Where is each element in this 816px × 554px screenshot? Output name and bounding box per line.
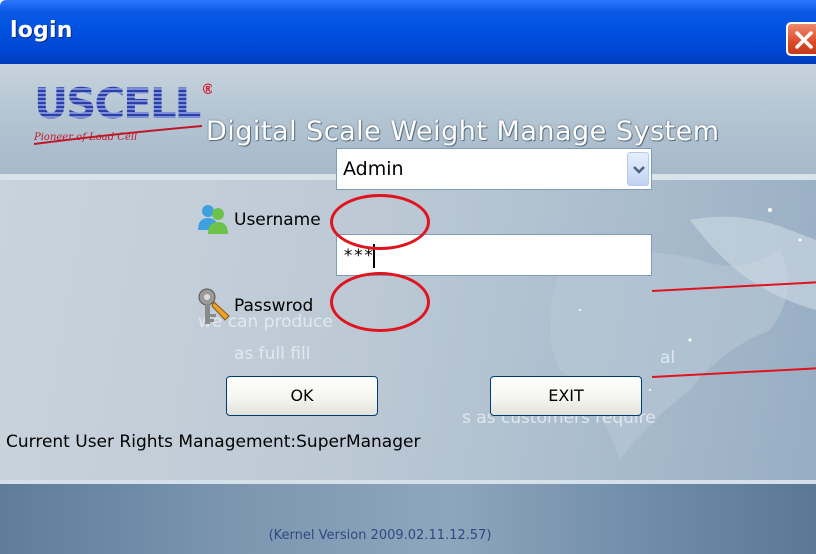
footer: (Kernel Version 2009.02.11.12.57): [0, 480, 816, 554]
window-title: login: [10, 18, 73, 43]
ok-button[interactable]: OK: [226, 376, 378, 416]
username-label: Username: [234, 210, 321, 230]
username-dropdown-button[interactable]: [627, 152, 649, 186]
svg-text:®: ®: [201, 82, 212, 98]
annotation-circle-username: [330, 194, 430, 250]
user-rights-text: Current User Rights Management:SuperMana…: [6, 432, 421, 452]
kernel-version: (Kernel Version 2009.02.11.12.57): [268, 528, 492, 543]
background-text-2: as full fill: [234, 344, 311, 364]
annotation-circle-password: [330, 272, 430, 332]
background-text-3: al: [660, 348, 676, 368]
close-icon: [795, 31, 813, 49]
username-value: Admin: [343, 158, 404, 180]
close-button[interactable]: [786, 22, 816, 56]
password-label: Passwrod: [234, 296, 314, 316]
key-icon: [198, 288, 230, 324]
dialog-body: USCELL ® Pioneer of Load Cell Digital Sc…: [0, 64, 816, 554]
username-combobox[interactable]: Admin: [336, 148, 652, 190]
users-icon: [198, 205, 228, 234]
title-bar[interactable]: login: [0, 0, 816, 64]
app-title: Digital Scale Weight Manage System: [206, 116, 720, 147]
chevron-down-icon: [633, 166, 645, 174]
exit-button[interactable]: EXIT: [490, 376, 642, 416]
login-window: login USCELL ® Pioneer of Load Cell Digi…: [0, 0, 816, 554]
uscell-logo: USCELL ® Pioneer of Load Cell: [33, 79, 212, 145]
